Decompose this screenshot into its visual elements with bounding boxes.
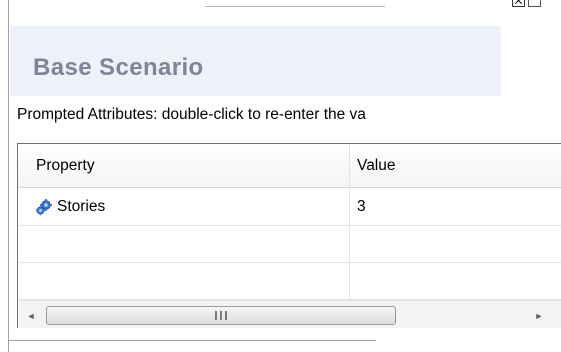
bottom-divider <box>8 340 376 341</box>
scenario-title-panel: Base Scenario <box>10 26 501 96</box>
scrollbar-thumb[interactable] <box>46 306 396 325</box>
column-header-value[interactable]: Value <box>349 144 561 187</box>
gears-icon <box>35 198 53 216</box>
top-divider <box>205 6 385 7</box>
table-row[interactable]: Stories 3 <box>18 188 561 226</box>
restore-icon[interactable] <box>528 0 541 7</box>
property-cell[interactable] <box>18 226 349 262</box>
scenario-window: Base Scenario Prompted Attributes: doubl… <box>0 0 561 352</box>
close-icon[interactable] <box>512 0 525 7</box>
table-row[interactable] <box>18 263 561 300</box>
value-cell[interactable] <box>349 226 561 262</box>
scenario-title: Base Scenario <box>33 54 204 81</box>
property-cell[interactable] <box>18 263 349 299</box>
grip-icon <box>215 311 227 320</box>
table-row[interactable] <box>18 226 561 263</box>
horizontal-scrollbar[interactable]: ◄ ► <box>19 300 561 328</box>
column-header-property[interactable]: Property <box>18 144 349 187</box>
property-cell[interactable]: Stories <box>18 188 349 225</box>
prompted-attributes-grid: Property Value Stories 3 ◄ ► <box>17 143 561 328</box>
value-cell[interactable] <box>349 263 561 299</box>
scroll-right-icon[interactable]: ► <box>527 301 551 328</box>
window-left-border <box>8 0 9 352</box>
property-name: Stories <box>57 197 106 215</box>
prompted-attributes-hint: Prompted Attributes: double-click to re-… <box>17 106 366 123</box>
value-cell[interactable]: 3 <box>349 188 561 225</box>
grid-header: Property Value <box>18 144 561 188</box>
window-controls <box>512 0 561 15</box>
scroll-left-icon[interactable]: ◄ <box>19 301 43 328</box>
